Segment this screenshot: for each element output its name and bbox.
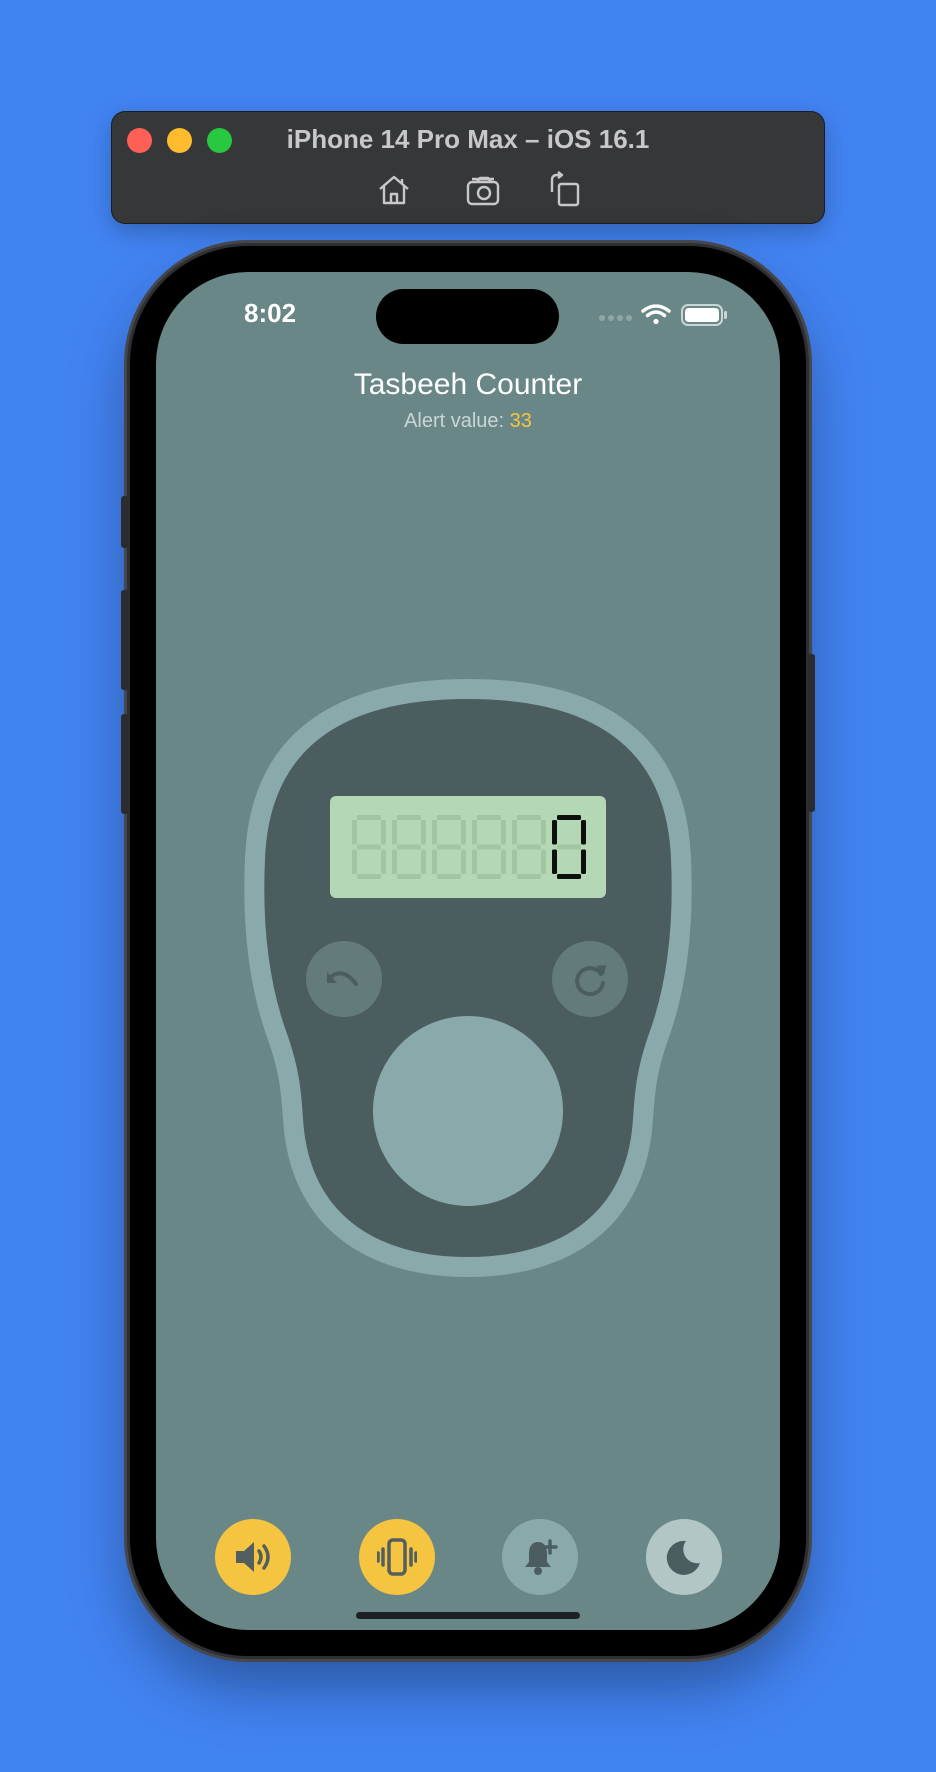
rotate-icon[interactable]	[544, 170, 584, 210]
digit-segment	[432, 849, 437, 874]
digit-segment	[437, 874, 461, 879]
status-icons	[598, 302, 728, 326]
volume-down-button	[121, 714, 129, 814]
set-alert-button[interactable]	[502, 1519, 578, 1595]
power-button	[807, 654, 815, 812]
reset-icon	[575, 965, 606, 997]
digit-segment	[517, 815, 541, 820]
volume-up-button	[121, 590, 129, 690]
bell-plus-icon	[525, 1539, 558, 1575]
digit-segment	[477, 815, 501, 820]
digit-segment	[501, 849, 506, 874]
digit-segment	[352, 820, 357, 845]
sound-toggle-button[interactable]	[215, 1519, 291, 1595]
digit-segment	[517, 874, 541, 879]
digit-segment	[501, 820, 506, 845]
digit-segment	[541, 820, 546, 845]
digit-segment	[392, 849, 397, 874]
screenshot-icon[interactable]	[464, 170, 504, 210]
count-tap-button[interactable]	[373, 1016, 563, 1206]
digit-segment	[557, 874, 581, 879]
digit-segment	[461, 820, 466, 845]
digit-segment	[381, 849, 386, 874]
digit-segment	[477, 874, 501, 879]
speaker-icon	[236, 1542, 270, 1572]
undo-button[interactable]	[306, 941, 382, 1017]
moon-icon	[666, 1540, 700, 1575]
digit-segment	[381, 820, 386, 845]
digit-segment	[421, 849, 426, 874]
dark-mode-button[interactable]	[646, 1519, 722, 1595]
counter-digit	[552, 815, 586, 879]
digit-segment	[581, 820, 586, 845]
digit-segment	[541, 849, 546, 874]
digit-segment	[357, 844, 381, 850]
digit-segment	[557, 815, 581, 820]
counter-digit	[472, 815, 506, 879]
digit-segment	[472, 820, 477, 845]
counter-digit	[432, 815, 466, 879]
digit-segment	[357, 874, 381, 879]
digit-segment	[397, 815, 421, 820]
reset-button[interactable]	[552, 941, 628, 1017]
digit-segment	[352, 849, 357, 874]
alert-value: 33	[509, 410, 532, 432]
digit-segment	[437, 815, 461, 820]
alert-value-line: Alert value: 33	[156, 410, 780, 433]
digit-segment	[517, 844, 541, 850]
vibrate-icon	[377, 1538, 417, 1576]
counter-display	[330, 796, 606, 898]
signal-dots-icon	[599, 315, 632, 321]
battery-icon	[681, 304, 727, 326]
digit-segment	[477, 844, 501, 850]
app-screen: 8:02 Tasbeeh Counter Alert value: 33	[156, 272, 780, 1630]
status-time: 8:02	[244, 298, 297, 328]
digit-segment	[472, 849, 477, 874]
digit-segment	[512, 820, 517, 845]
counter-digit	[392, 815, 426, 879]
digit-segment	[432, 820, 437, 845]
counter-digits	[352, 815, 586, 879]
app-title: Tasbeeh Counter	[353, 368, 583, 401]
wifi-icon	[641, 304, 671, 325]
counter-digit	[352, 815, 386, 879]
digit-segment	[552, 820, 557, 845]
digit-segment	[392, 820, 397, 845]
digit-segment	[397, 844, 421, 850]
simulator-title: iPhone 14 Pro Max – iOS 16.1	[286, 124, 650, 154]
undo-icon	[327, 971, 358, 986]
action-button	[121, 496, 129, 548]
digit-segment	[357, 815, 381, 820]
digit-segment	[397, 874, 421, 879]
alert-label: Alert value:	[404, 410, 510, 432]
simulator-toolbar	[112, 170, 824, 210]
digit-segment	[557, 844, 581, 850]
digit-segment	[461, 849, 466, 874]
digit-segment	[437, 844, 461, 850]
digit-segment	[552, 849, 557, 874]
digit-segment	[512, 849, 517, 874]
vibration-toggle-button[interactable]	[359, 1519, 435, 1595]
dynamic-island	[376, 289, 559, 344]
iphone-frame: 8:02 Tasbeeh Counter Alert value: 33	[121, 246, 815, 1656]
counter-digit	[512, 815, 546, 879]
simulator-window-bar: iPhone 14 Pro Max – iOS 16.1	[112, 112, 824, 223]
home-indicator	[356, 1612, 580, 1619]
digit-segment	[421, 820, 426, 845]
home-icon[interactable]	[374, 170, 414, 210]
digit-segment	[581, 849, 586, 874]
